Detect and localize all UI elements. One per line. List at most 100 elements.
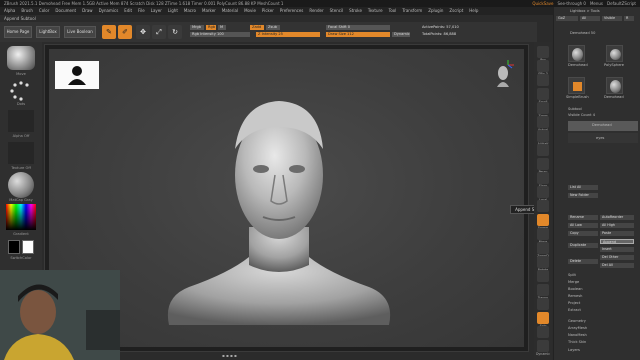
copy-button[interactable]: Copy bbox=[568, 231, 598, 236]
list-all-button[interactable]: List All bbox=[568, 185, 598, 190]
menus-button[interactable]: Menus bbox=[590, 0, 603, 7]
strip-button-actual[interactable] bbox=[537, 116, 549, 128]
strip-button-move[interactable] bbox=[537, 228, 549, 240]
menu-item-marker[interactable]: Marker bbox=[202, 8, 216, 13]
layers-section[interactable]: Layers bbox=[568, 348, 580, 352]
stroke-thumbnail[interactable] bbox=[8, 80, 34, 102]
remesh-section[interactable]: Remesh bbox=[568, 294, 582, 298]
main-color-swatch[interactable] bbox=[22, 240, 34, 254]
dynamic-button[interactable]: Dynamic bbox=[392, 32, 410, 37]
menu-item-stencil[interactable]: Stencil bbox=[330, 8, 344, 13]
tool-thumb-simplebrush[interactable] bbox=[568, 77, 585, 94]
tool-thumb-demohead-2[interactable] bbox=[606, 77, 623, 94]
project-section[interactable]: Project bbox=[568, 301, 580, 305]
menu-item-layer[interactable]: Layer bbox=[151, 8, 162, 13]
r-button[interactable]: R bbox=[624, 16, 634, 21]
strip-button-spacer-20[interactable] bbox=[537, 326, 549, 338]
strip-button-spix-3[interactable] bbox=[537, 60, 549, 72]
rgb-intensity-slider[interactable]: Rgb Intensity 100 bbox=[190, 32, 250, 37]
menu-item-picker[interactable]: Picker bbox=[262, 8, 274, 13]
edit-icon[interactable]: ✎ bbox=[102, 25, 116, 39]
menu-item-brush[interactable]: Brush bbox=[21, 8, 33, 13]
head-sculpt-model[interactable] bbox=[149, 97, 409, 333]
menu-item-render[interactable]: Render bbox=[309, 8, 323, 13]
strip-button-floor[interactable] bbox=[537, 172, 549, 184]
visible-button[interactable]: Visible bbox=[602, 16, 622, 21]
strip-button-bpr[interactable] bbox=[537, 46, 549, 58]
all-high-button[interactable]: All High bbox=[600, 223, 634, 228]
strip-button-dynamic[interactable] bbox=[537, 340, 549, 352]
rgb-button[interactable]: Rgb bbox=[206, 25, 216, 30]
strip-button-spacer-11[interactable] bbox=[537, 200, 549, 212]
lightbox-button[interactable]: LightBox bbox=[36, 26, 60, 38]
rotate-icon[interactable]: ↻ bbox=[168, 25, 182, 39]
strip-button-local[interactable] bbox=[537, 186, 549, 198]
move-icon[interactable]: ✥ bbox=[136, 25, 150, 39]
all-low-button[interactable]: All Low bbox=[568, 223, 598, 228]
see-through-slider[interactable]: See-through 0 bbox=[558, 0, 586, 7]
strip-button-spacer-16[interactable] bbox=[537, 270, 549, 282]
delete-button[interactable]: Delete bbox=[568, 259, 598, 264]
menu-item-light[interactable]: Light bbox=[168, 8, 178, 13]
menu-item-movie[interactable]: Movie bbox=[244, 8, 256, 13]
live-boolean-button[interactable]: Live Boolean bbox=[64, 26, 96, 38]
subtool-item-demohead[interactable]: Demohead bbox=[568, 121, 638, 131]
zsub-button[interactable]: Zsub bbox=[266, 25, 280, 30]
extract-section[interactable]: Extract bbox=[568, 308, 581, 312]
strip-button-spacer-7[interactable] bbox=[537, 144, 549, 156]
menu-item-material[interactable]: Material bbox=[222, 8, 238, 13]
texture-thumbnail[interactable] bbox=[8, 142, 34, 164]
alpha-thumbnail[interactable] bbox=[8, 110, 34, 132]
menu-item-document[interactable]: Document bbox=[55, 8, 76, 13]
menu-item-color[interactable]: Color bbox=[39, 8, 49, 13]
scale-icon[interactable]: ⤢ bbox=[152, 25, 166, 39]
zadd-button[interactable]: Zadd bbox=[250, 25, 264, 30]
duplicate-button[interactable]: Duplicate bbox=[568, 243, 598, 248]
menu-item-preferences[interactable]: Preferences bbox=[280, 8, 304, 13]
thick-skin-section[interactable]: Thick Skin bbox=[568, 340, 586, 344]
menu-item-macro[interactable]: Macro bbox=[184, 8, 196, 13]
material-thumbnail[interactable] bbox=[8, 172, 34, 198]
menu-item-draw[interactable]: Draw bbox=[82, 8, 92, 13]
menu-item-alpha[interactable]: Alpha bbox=[4, 8, 15, 13]
home-page-button[interactable]: Home Page bbox=[4, 26, 32, 38]
strip-button-zoomd[interactable] bbox=[537, 242, 549, 254]
menu-item-file[interactable]: File bbox=[138, 8, 145, 13]
color-picker[interactable] bbox=[6, 204, 36, 230]
del-other-button[interactable]: Del Other bbox=[600, 255, 634, 260]
strip-button-scroll[interactable] bbox=[537, 88, 549, 100]
append-button[interactable]: Append bbox=[600, 239, 634, 244]
draw-size-slider[interactable]: Draw Size 112 bbox=[326, 32, 390, 37]
subtool-section-title[interactable]: Subtool bbox=[568, 107, 582, 111]
tool-thumb-demohead[interactable] bbox=[568, 45, 585, 62]
strip-button-rotate[interactable] bbox=[537, 256, 549, 268]
draw-icon[interactable]: ✐ bbox=[118, 25, 132, 39]
boolean-section[interactable]: Boolean bbox=[568, 287, 583, 291]
menu-item-edit[interactable]: Edit bbox=[124, 8, 132, 13]
menu-item-tool[interactable]: Tool bbox=[389, 8, 397, 13]
strip-button-frame[interactable] bbox=[537, 214, 549, 226]
subtool-item-eyes[interactable]: eyes bbox=[568, 133, 638, 143]
all-button[interactable]: All bbox=[580, 16, 600, 21]
strip-button-solo[interactable] bbox=[537, 312, 549, 324]
z-intensity-slider[interactable]: Z Intensity 25 bbox=[256, 32, 320, 37]
strip-button-transp[interactable] bbox=[537, 284, 549, 296]
paste-button[interactable]: Paste bbox=[600, 231, 634, 236]
merge-section[interactable]: Merge bbox=[568, 280, 579, 284]
strip-button-persp[interactable] bbox=[537, 158, 549, 170]
tool-thumb-polysphere[interactable] bbox=[606, 45, 623, 62]
menu-item-dynamics[interactable]: Dynamics bbox=[99, 8, 119, 13]
geometry-section[interactable]: Geometry bbox=[568, 319, 586, 323]
m-button[interactable]: M bbox=[218, 25, 226, 30]
viewport[interactable] bbox=[49, 49, 524, 347]
focal-shift-slider[interactable]: Focal Shift 0 bbox=[326, 25, 390, 30]
menu-item-zscript[interactable]: Zscript bbox=[449, 8, 463, 13]
insert-button[interactable]: Insert bbox=[600, 247, 634, 252]
strip-button-spacer-18[interactable] bbox=[537, 298, 549, 310]
autoreorder-button[interactable]: AutoReorder bbox=[600, 215, 634, 220]
del-all-button[interactable]: Del All bbox=[600, 263, 634, 268]
strip-button-spacer-2[interactable] bbox=[537, 74, 549, 86]
menu-item-texture[interactable]: Texture bbox=[368, 8, 383, 13]
menu-item-help[interactable]: Help bbox=[469, 8, 478, 13]
nanomesh-section[interactable]: NanoMesh bbox=[568, 333, 587, 337]
